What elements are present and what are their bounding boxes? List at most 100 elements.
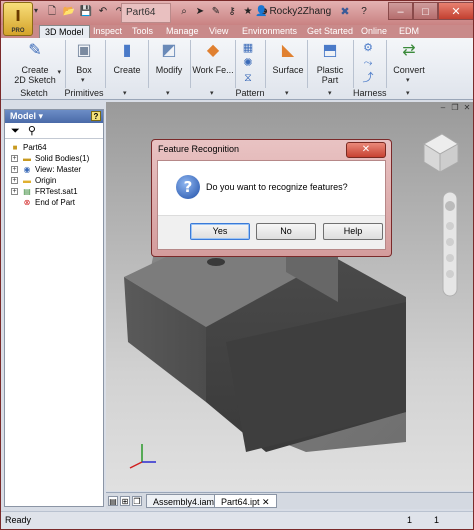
part-icon: ■ [12, 143, 18, 152]
status-count-2: 1 [434, 515, 440, 525]
pro-badge: PRO [11, 28, 25, 34]
harness-properties-icon[interactable]: ⚙ [361, 41, 375, 55]
tree-item-part[interactable]: ■ Part64 [5, 142, 103, 153]
convert-caret-icon: ▾ [406, 77, 410, 84]
no-button[interactable]: No [256, 223, 316, 240]
create-sketch-label-2: 2D Sketch [14, 75, 56, 85]
app-menu-caret-icon[interactable]: ▾ [34, 6, 38, 15]
doc-tab-label: Part64.ipt [221, 497, 260, 507]
application-menu-button[interactable]: I PRO [3, 2, 33, 36]
plastic-part-label: Plastic Part [316, 65, 344, 85]
tab-view[interactable]: View [204, 25, 233, 38]
box-button[interactable]: ▣ Box ▾ [69, 40, 99, 84]
tab-inspect[interactable]: Inspect [88, 25, 127, 38]
tree-item-end-of-part[interactable]: ⊗ End of Part [5, 197, 103, 208]
key-icon[interactable]: ⚷ [225, 5, 239, 19]
communication-center-icon[interactable]: ✖ [338, 5, 352, 19]
wrench-icon[interactable]: ✎ [209, 5, 223, 19]
tree-item-origin[interactable]: + ▬ Origin [5, 175, 103, 186]
tab-tools[interactable]: Tools [127, 25, 158, 38]
harness-route-icon[interactable]: ⤳ [361, 56, 375, 70]
minimize-button[interactable]: – [388, 2, 413, 20]
extrude-icon: ▮ [122, 42, 132, 59]
convert-icon: ⇄ [402, 42, 416, 59]
close-window-button[interactable]: ✕ [438, 2, 473, 20]
doc-tab-assembly[interactable]: Assembly4.iam [146, 494, 222, 508]
tab-get-started[interactable]: Get Started [302, 25, 358, 38]
tab-edm[interactable]: EDM [394, 25, 424, 38]
tab-list-icon[interactable]: ▤ [108, 496, 118, 506]
fillet-icon: ◩ [161, 42, 177, 59]
surface-button[interactable]: ◣ Surface [269, 40, 307, 84]
help-icon[interactable]: ? [357, 5, 371, 19]
tree-item-label: View: Master [35, 165, 82, 174]
rectangular-pattern-icon[interactable]: ▦ [241, 41, 255, 55]
maximize-button[interactable]: □ [413, 2, 438, 20]
undo-icon[interactable]: ↶ [96, 5, 110, 19]
create-group-caret-icon[interactable]: ▾ [123, 89, 127, 97]
inventor-logo-icon: I [15, 7, 21, 25]
arrow-icon[interactable]: ➤ [193, 5, 207, 19]
expand-icon[interactable]: + [11, 155, 18, 162]
convert-button[interactable]: ⇄ Convert ▾ [389, 40, 429, 84]
expand-icon[interactable]: + [11, 188, 18, 195]
tree-item-view-master[interactable]: + ◉ View: Master [5, 164, 103, 175]
work-group-caret-icon[interactable]: ▾ [210, 89, 214, 97]
ribbon-panel: ✎ Create 2D Sketch ▾ ▣ Box ▾ ▮ Create ◩ … [1, 38, 473, 100]
expand-icon[interactable]: + [11, 177, 18, 184]
plastic-group-caret-icon[interactable]: ▾ [328, 89, 332, 97]
filter-icon[interactable]: ⏷ [11, 125, 20, 137]
tree-item-solid-bodies[interactable]: + ▬ Solid Bodies(1) [5, 153, 103, 164]
dialog-message: Do you want to recognize features? [206, 182, 348, 192]
tab-manage[interactable]: Manage [161, 25, 204, 38]
imported-solid-icon: ▤ [23, 187, 31, 196]
tab-online[interactable]: Online [356, 25, 392, 38]
group-label-pattern: Pattern [235, 88, 265, 98]
open-icon[interactable]: 📂 [62, 5, 76, 19]
work-features-button[interactable]: ◆ Work Fe... [192, 40, 234, 84]
doc-tab-close-icon[interactable]: ✕ [262, 497, 270, 507]
dialog-close-button[interactable]: ✕ [346, 142, 386, 158]
browser-caret-icon[interactable]: ▾ [39, 111, 44, 121]
ribbon-tabs: 3D Model Inspect Tools Manage View Envir… [1, 25, 473, 38]
tab-3d-model[interactable]: 3D Model [39, 25, 90, 38]
find-icon[interactable]: ⚲ [28, 125, 36, 137]
navigation-bar[interactable] [442, 191, 458, 297]
modify-group-caret-icon[interactable]: ▾ [166, 89, 170, 97]
doc-tab-part[interactable]: Part64.ipt ✕ [214, 494, 277, 508]
mirror-icon[interactable]: ⧖ [241, 71, 255, 85]
tab-cascade-icon[interactable]: ❐ [132, 496, 142, 506]
account-icon: 👤 [255, 6, 268, 17]
convert-group-caret-icon[interactable]: ▾ [406, 89, 410, 97]
view-cube-icon[interactable] [423, 133, 459, 173]
end-of-part-icon: ⊗ [23, 198, 31, 207]
title-bar: I PRO ▾ 🗋 📂 💾 ↶ ↷ Part64 ⌕ ➤ ✎ ⚷ ★ ☻ 👤 Ro… [1, 1, 473, 36]
binoculars-icon[interactable]: ⌕ [177, 5, 191, 19]
status-text: Ready [5, 515, 32, 525]
tree-item-frtest[interactable]: + ▤ FRTest.sat1 [5, 186, 103, 197]
plastic-part-button[interactable]: ⬒ Plastic Part [308, 40, 352, 85]
user-account[interactable]: 👤 Rocky2Zhang [255, 6, 331, 17]
status-count-1: 1 [407, 515, 413, 525]
surface-group-caret-icon[interactable]: ▾ [285, 89, 289, 97]
create-button[interactable]: ▮ Create [109, 40, 145, 84]
browser-help-icon[interactable]: ? [91, 111, 101, 121]
status-bar: Ready 1 1 [1, 511, 473, 529]
create-2d-sketch-button[interactable]: ✎ Create 2D Sketch ▾ [9, 40, 61, 85]
tab-tile-icon[interactable]: ⊞ [120, 496, 130, 506]
harness-wire-icon[interactable]: ⤴ [361, 71, 375, 85]
browser-header[interactable]: Model ▾ ? [5, 110, 103, 123]
modify-button[interactable]: ◩ Modify [151, 40, 187, 84]
separator [190, 40, 191, 88]
new-icon[interactable]: 🗋 [45, 5, 59, 19]
tree-item-label: End of Part [35, 198, 76, 207]
star-icon[interactable]: ★ [241, 5, 255, 19]
save-icon[interactable]: 💾 [79, 5, 93, 19]
tree-item-label: Solid Bodies(1) [35, 154, 90, 163]
tab-environments[interactable]: Environments [237, 25, 302, 38]
document-title: Part64 [121, 3, 171, 23]
expand-icon[interactable]: + [11, 166, 18, 173]
help-button[interactable]: Help [323, 223, 383, 240]
yes-button[interactable]: Yes [190, 223, 250, 240]
circular-pattern-icon[interactable]: ✺ [241, 56, 255, 70]
